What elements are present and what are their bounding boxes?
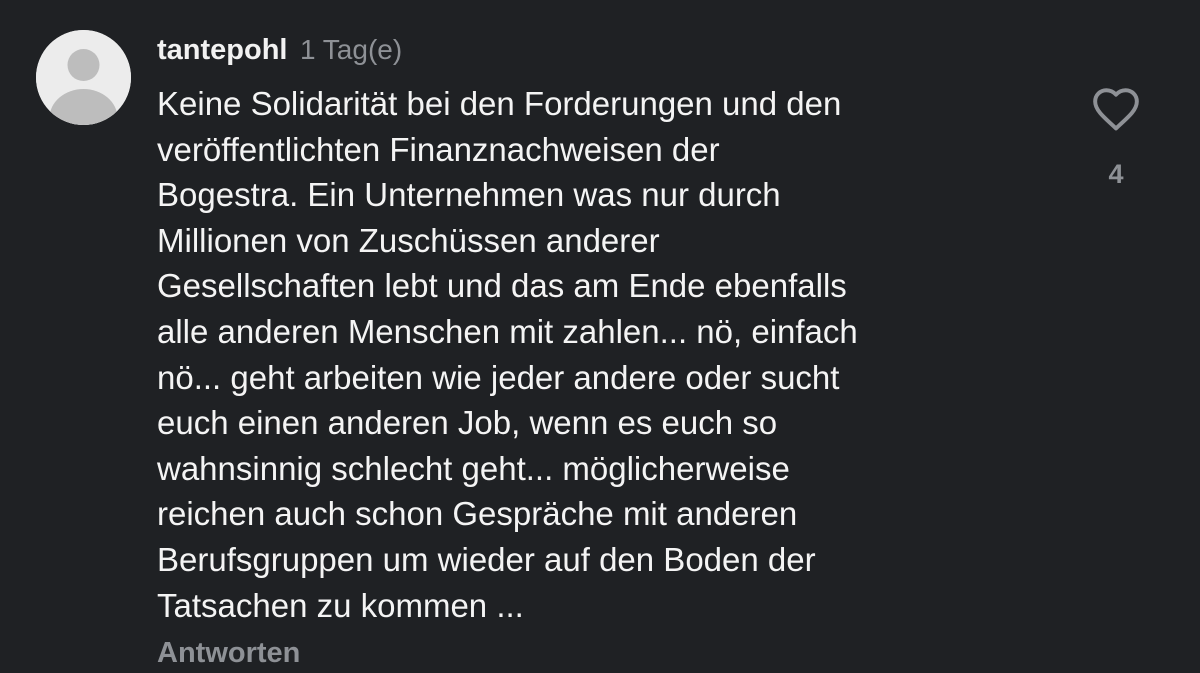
comment-body-line: wahnsinnig schlecht geht... möglicherwei… (157, 449, 790, 487)
comment-body-line: Bogestra. Ein Unternehmen was nur durch (157, 176, 781, 214)
comment: tantepohl 1 Tag(e) Keine Solidarität bei… (0, 0, 1200, 670)
comment-body-line: nö... geht arbeiten wie jeder andere ode… (157, 358, 840, 396)
username[interactable]: tantepohl (157, 34, 288, 66)
like-control: 4 (1089, 86, 1143, 196)
comment-timestamp: 1 Tag(e) (299, 34, 403, 65)
comment-body-line: Keine Solidarität bei den Forderungen un… (157, 85, 842, 122)
comment-body-line: Millionen von Zuschüssen anderer (157, 221, 660, 259)
comment-body-line: Gesellschaften lebt und das am Ende eben… (157, 267, 847, 305)
comment-body-line: Berufsgruppen um wieder auf den Boden de… (157, 540, 816, 578)
comment-body-line: alle anderen Menschen mit zahlen... nö, … (157, 312, 858, 350)
comment-body: Keine Solidarität bei den Forderungen un… (157, 81, 1057, 628)
like-count: 4 (1108, 159, 1124, 189)
default-user-avatar-icon (36, 30, 131, 125)
avatar[interactable] (36, 30, 131, 125)
comment-body-line: reichen auch schon Gespräche mit anderen (157, 495, 798, 533)
comment-body-line: veröffentlichten Finanznachweisen der (157, 130, 720, 168)
comment-body-line: Tatsachen zu kommen ... (157, 586, 524, 624)
heart-outline-icon[interactable] (1091, 86, 1141, 132)
comment-body-line: euch einen anderen Job, wenn es euch so (157, 404, 778, 442)
comment-header: tantepohl 1 Tag(e) (157, 30, 402, 70)
reply-button[interactable]: Antworten (157, 633, 300, 673)
